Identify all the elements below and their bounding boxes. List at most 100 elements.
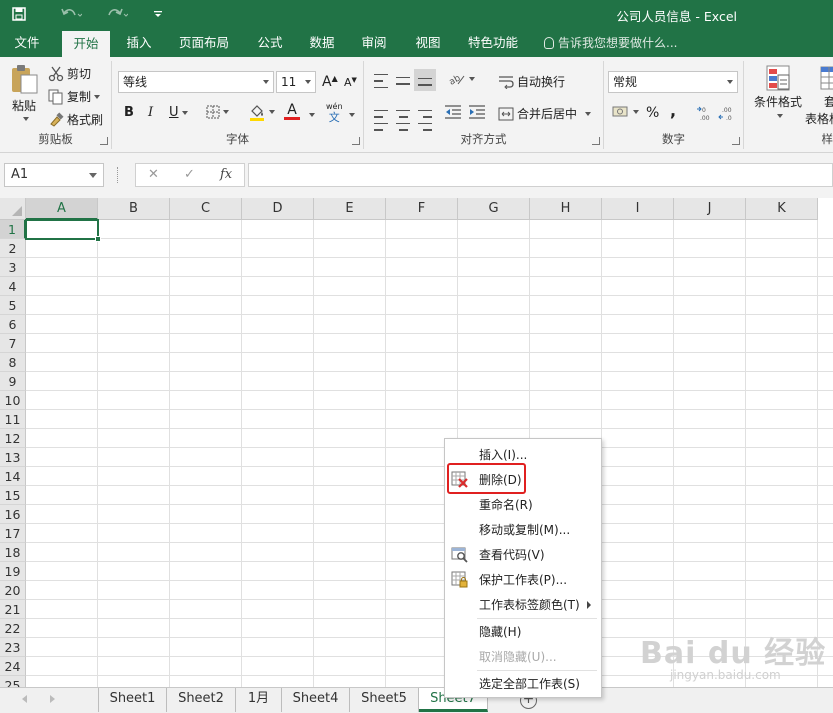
- row-header-2[interactable]: 2: [0, 239, 26, 258]
- copy-button[interactable]: 复制: [48, 88, 101, 105]
- menu-item-select-all-sheets[interactable]: 选定全部工作表(S): [445, 671, 601, 696]
- column-header-h[interactable]: H: [530, 198, 602, 220]
- tab-review[interactable]: 审阅: [352, 29, 396, 57]
- align-bottom-icon[interactable]: [414, 69, 436, 91]
- decrease-decimal-button[interactable]: .00.0: [718, 105, 736, 121]
- undo-icon[interactable]: [56, 3, 86, 25]
- bold-button[interactable]: B: [124, 105, 134, 120]
- row-header-19[interactable]: 19: [0, 562, 26, 581]
- column-header-c[interactable]: C: [170, 198, 242, 220]
- fill-color-button[interactable]: [248, 103, 275, 121]
- tab-data[interactable]: 数据: [300, 29, 344, 57]
- select-all-button[interactable]: [0, 198, 26, 220]
- name-box[interactable]: A1: [4, 163, 104, 187]
- align-right-icon[interactable]: [418, 107, 432, 133]
- increase-indent-button[interactable]: [468, 105, 486, 119]
- row-header-1[interactable]: 1: [0, 220, 26, 239]
- orientation-button[interactable]: ab: [448, 72, 475, 86]
- column-header-b[interactable]: B: [98, 198, 170, 220]
- row-header-7[interactable]: 7: [0, 334, 26, 353]
- font-launcher-icon[interactable]: [352, 137, 360, 145]
- row-header-14[interactable]: 14: [0, 467, 26, 486]
- menu-item-move-copy[interactable]: 移动或复制(M)...: [445, 517, 601, 542]
- row-header-6[interactable]: 6: [0, 315, 26, 334]
- cancel-icon[interactable]: ✕: [148, 167, 159, 182]
- sheet-tab-sheet4[interactable]: Sheet4: [282, 688, 350, 712]
- tab-view[interactable]: 视图: [406, 29, 450, 57]
- grow-font-button[interactable]: A ▲: [322, 74, 338, 91]
- row-header-11[interactable]: 11: [0, 410, 26, 429]
- row-header-12[interactable]: 12: [0, 429, 26, 448]
- scroll-tabs-left-icon[interactable]: [22, 695, 27, 703]
- menu-item-rename[interactable]: 重命名(R): [445, 492, 601, 517]
- italic-button[interactable]: I: [148, 105, 153, 120]
- conditional-formatting-button[interactable]: 条件格式: [748, 63, 808, 118]
- tell-me-box[interactable]: 告诉我您想要做什么...: [544, 29, 677, 57]
- row-header-10[interactable]: 10: [0, 391, 26, 410]
- column-header-i[interactable]: I: [602, 198, 674, 220]
- tab-page-layout[interactable]: 页面布局: [170, 29, 238, 57]
- row-header-5[interactable]: 5: [0, 296, 26, 315]
- accounting-format-button[interactable]: [612, 105, 639, 119]
- paste-button[interactable]: 粘贴: [6, 63, 42, 125]
- customize-qat-icon[interactable]: [150, 3, 166, 25]
- shrink-font-button[interactable]: A ▼: [344, 76, 357, 90]
- sheet-tab-sheet5[interactable]: Sheet5: [350, 688, 419, 712]
- row-header-16[interactable]: 16: [0, 505, 26, 524]
- align-left-icon[interactable]: [374, 107, 388, 133]
- comma-style-button[interactable]: ,: [670, 101, 676, 120]
- row-header-15[interactable]: 15: [0, 486, 26, 505]
- column-header-a[interactable]: A: [26, 198, 98, 220]
- phonetic-dropdown-icon[interactable]: [349, 113, 355, 117]
- sheet-tab-sheet1[interactable]: Sheet1: [99, 688, 167, 712]
- tab-file[interactable]: 文件: [0, 29, 54, 57]
- row-header-24[interactable]: 24: [0, 657, 26, 676]
- underline-button[interactable]: U: [169, 105, 188, 120]
- tab-home[interactable]: 开始: [62, 31, 110, 57]
- menu-item-protect-sheet[interactable]: 保护工作表(P)...: [445, 567, 601, 592]
- insert-function-icon[interactable]: fx: [220, 167, 232, 182]
- row-header-23[interactable]: 23: [0, 638, 26, 657]
- row-header-22[interactable]: 22: [0, 619, 26, 638]
- font-name-combo[interactable]: 等线: [118, 71, 274, 93]
- enter-icon[interactable]: ✓: [184, 167, 195, 182]
- font-color-dropdown-icon[interactable]: [309, 113, 315, 117]
- row-header-8[interactable]: 8: [0, 353, 26, 372]
- cells-area[interactable]: [26, 220, 833, 687]
- formula-input[interactable]: [248, 163, 833, 187]
- row-header-13[interactable]: 13: [0, 448, 26, 467]
- redo-icon[interactable]: [102, 3, 132, 25]
- column-header-g[interactable]: G: [458, 198, 530, 220]
- formula-bar-grip[interactable]: [117, 167, 120, 183]
- column-header-f[interactable]: F: [386, 198, 458, 220]
- sheet-tab-sheet2[interactable]: Sheet2: [167, 688, 236, 712]
- decrease-indent-button[interactable]: [444, 105, 462, 119]
- row-header-25[interactable]: 25: [0, 676, 26, 687]
- number-launcher-icon[interactable]: [732, 137, 740, 145]
- increase-decimal-button[interactable]: 0.00: [696, 105, 714, 121]
- cut-button[interactable]: 剪切: [48, 65, 91, 82]
- row-header-20[interactable]: 20: [0, 581, 26, 600]
- column-header-j[interactable]: J: [674, 198, 746, 220]
- font-color-button[interactable]: A: [284, 103, 300, 120]
- menu-item-view-code[interactable]: 查看代码(V): [445, 542, 601, 567]
- phonetic-button[interactable]: wén 文: [326, 101, 343, 123]
- align-center-icon[interactable]: [396, 107, 410, 133]
- format-painter-button[interactable]: 格式刷: [48, 111, 103, 128]
- column-header-d[interactable]: D: [242, 198, 314, 220]
- number-format-combo[interactable]: 常规: [608, 71, 738, 93]
- column-header-k[interactable]: K: [746, 198, 818, 220]
- save-icon[interactable]: [8, 3, 30, 25]
- tab-special[interactable]: 特色功能: [460, 29, 526, 57]
- tab-insert[interactable]: 插入: [116, 29, 162, 57]
- column-header-e[interactable]: E: [314, 198, 386, 220]
- row-header-17[interactable]: 17: [0, 524, 26, 543]
- row-header-18[interactable]: 18: [0, 543, 26, 562]
- row-header-9[interactable]: 9: [0, 372, 26, 391]
- tab-formulas[interactable]: 公式: [248, 29, 292, 57]
- fill-handle[interactable]: [95, 236, 101, 242]
- font-size-combo[interactable]: 11: [276, 71, 316, 93]
- active-cell-a1[interactable]: [25, 219, 101, 242]
- menu-item-hide[interactable]: 隐藏(H): [445, 619, 601, 644]
- scroll-tabs-right-icon[interactable]: [50, 695, 55, 703]
